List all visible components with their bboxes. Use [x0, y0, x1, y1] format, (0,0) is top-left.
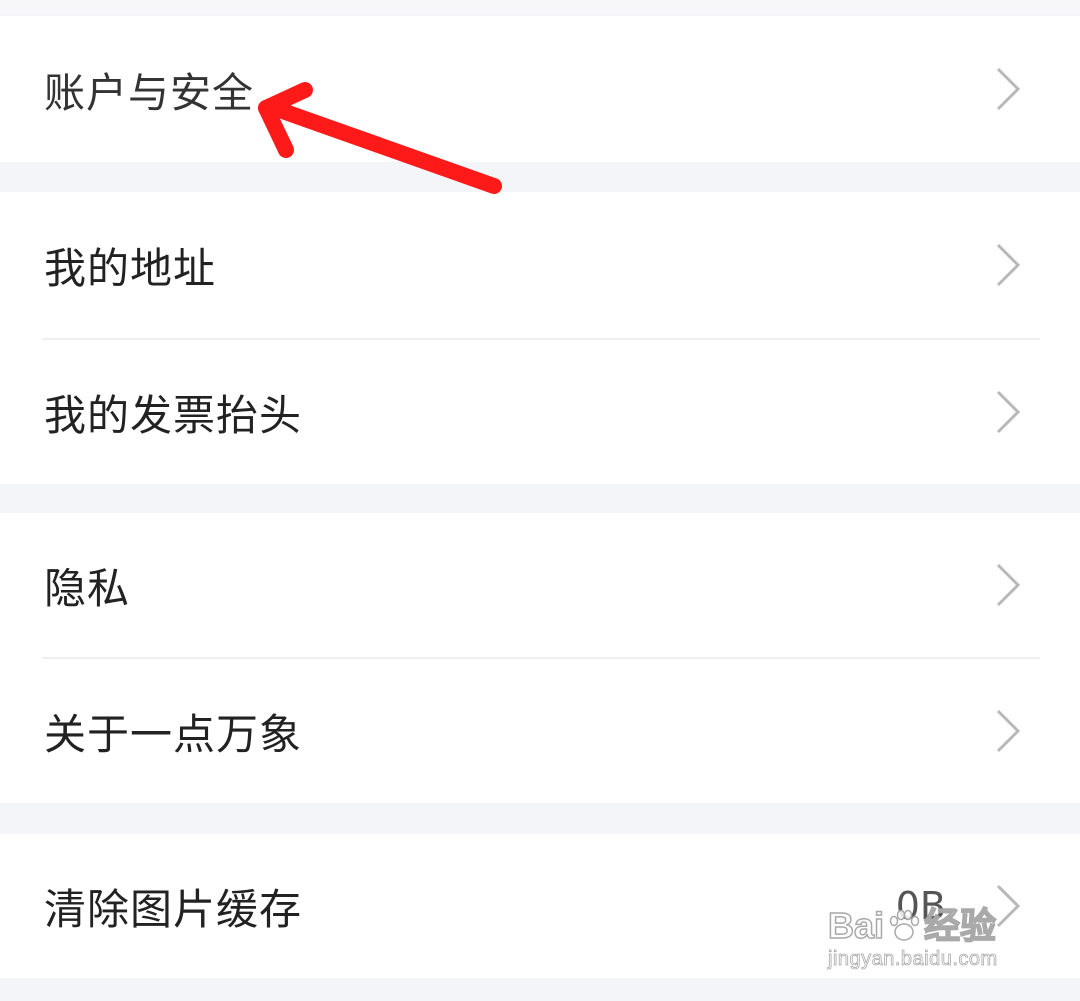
settings-item-label: 我的地址 [44, 243, 217, 293]
settings-item-about[interactable]: 关于一点万象 [0, 659, 1080, 803]
settings-item-invoice-title[interactable]: 我的发票抬头 [0, 340, 1080, 484]
chevron-right-icon [996, 709, 1021, 753]
chevron-right-icon [996, 243, 1021, 287]
settings-item-label: 关于一点万象 [44, 709, 303, 759]
settings-group-account: 账户与安全 [0, 16, 1080, 162]
settings-page: 账户与安全 我的地址 我的发票抬头 隐私 关于一点万象 清除图片缓存 0B Ba… [0, 0, 1080, 1001]
settings-item-label: 账户与安全 [44, 69, 254, 117]
settings-item-my-address[interactable]: 我的地址 [0, 192, 1080, 338]
settings-group-profile: 我的地址 我的发票抬头 [0, 192, 1080, 484]
top-strip [0, 0, 1080, 14]
chevron-right-icon [996, 67, 1021, 111]
settings-item-label: 我的发票抬头 [44, 390, 303, 440]
settings-item-label: 清除图片缓存 [44, 884, 303, 934]
settings-group-cache: 清除图片缓存 0B [0, 834, 1080, 978]
chevron-right-icon [996, 884, 1021, 928]
cache-size-value: 0B [895, 884, 946, 928]
settings-item-account-security[interactable]: 账户与安全 [0, 16, 1080, 162]
chevron-right-icon [996, 390, 1021, 434]
settings-item-clear-image-cache[interactable]: 清除图片缓存 0B [0, 834, 1080, 978]
settings-item-privacy[interactable]: 隐私 [0, 513, 1080, 657]
chevron-right-icon [996, 563, 1021, 607]
settings-item-label: 隐私 [44, 563, 131, 613]
settings-group-about: 隐私 关于一点万象 [0, 513, 1080, 803]
